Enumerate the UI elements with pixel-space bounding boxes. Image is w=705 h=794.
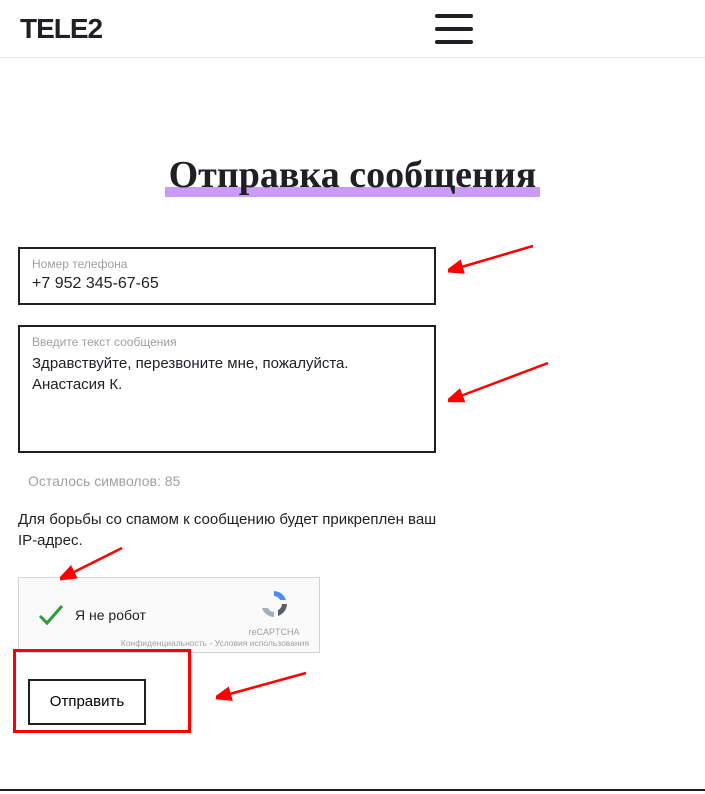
recaptcha-icon [258,588,290,620]
send-button[interactable]: Отправить [28,679,146,725]
annotation-arrow-icon [448,238,538,283]
logo: TELE2 [20,13,102,45]
phone-input[interactable] [32,275,422,293]
message-label: Введите текст сообщения [32,335,422,349]
header: TELE2 [0,0,705,58]
message-field-group[interactable]: Введите текст сообщения Здравствуйте, пе… [18,325,436,453]
page-title-text: Отправка сообщения [165,153,541,197]
page-title: Отправка сообщения [0,153,705,197]
phone-field-group[interactable]: Номер телефона [18,247,436,305]
annotation-arrow-icon [448,355,558,410]
hamburger-menu-icon[interactable] [435,14,473,44]
recaptcha-privacy: Конфиденциальность - Условия использован… [121,638,309,648]
phone-label: Номер телефона [32,257,422,271]
recaptcha-widget[interactable]: Я не робот reCAPTCHA Конфиденциальность … [18,577,320,653]
chars-remaining: Осталось символов: 85 [28,473,705,489]
recaptcha-badge: reCAPTCHA [239,588,309,637]
message-textarea[interactable]: Здравствуйте, перезвоните мне, пожалуйст… [32,353,422,449]
recaptcha-label: Я не робот [75,607,146,623]
spam-note: Для борьбы со спамом к сообщению будет п… [18,509,438,551]
checkmark-icon [37,601,65,629]
footer-divider [0,789,705,791]
annotation-arrow-icon [216,665,316,710]
recaptcha-brand: reCAPTCHA [239,627,309,637]
